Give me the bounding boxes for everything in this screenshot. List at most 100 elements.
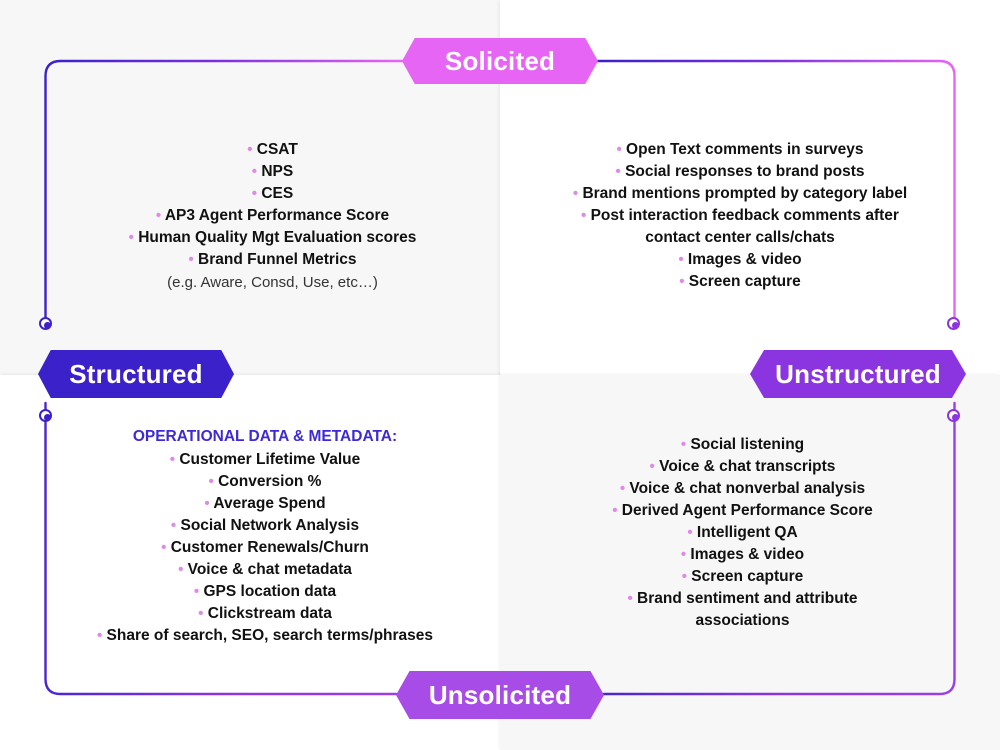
list-item: • Screen capture bbox=[545, 566, 940, 588]
bullet-icon: • bbox=[128, 229, 134, 246]
connector-dot-bottom-right bbox=[947, 409, 960, 422]
list-item-label: Voice & chat nonverbal analysis bbox=[629, 480, 866, 497]
list-item: • Share of search, SEO, search terms/phr… bbox=[55, 625, 475, 647]
bullet-icon: • bbox=[649, 458, 655, 475]
list-item: • Customer Lifetime Value bbox=[55, 449, 475, 471]
bullet-icon: • bbox=[612, 502, 618, 519]
list-item: • GPS location data bbox=[55, 581, 475, 603]
bullet-icon: • bbox=[188, 251, 194, 268]
list-item-label: Conversion % bbox=[218, 473, 322, 490]
list-item-label: Social listening bbox=[690, 436, 805, 453]
list-item: • Social Network Analysis bbox=[55, 515, 475, 537]
list-item-label: NPS bbox=[261, 163, 294, 180]
list-item: • Customer Renewals/Churn bbox=[55, 537, 475, 559]
list-item-label: Human Quality Mgt Evaluation scores bbox=[138, 229, 417, 246]
bullet-icon: • bbox=[247, 141, 253, 158]
bullet-icon: • bbox=[572, 185, 579, 202]
list-item: • Clickstream data bbox=[55, 603, 475, 625]
list-item-label: Open Text comments in surveys bbox=[626, 141, 864, 158]
list-item-label: CSAT bbox=[256, 141, 298, 158]
list-item: • Voice & chat metadata bbox=[55, 559, 475, 581]
list-item-label: Images & video bbox=[690, 546, 805, 563]
bullet-icon: • bbox=[680, 436, 687, 453]
list-item: • Brand sentiment and attribute associat… bbox=[545, 588, 940, 632]
list-item-label: Customer Lifetime Value bbox=[179, 451, 361, 468]
bullet-icon: • bbox=[208, 473, 214, 490]
list-item: • Average Spend bbox=[55, 493, 475, 515]
list-item-label: Intelligent QA bbox=[696, 524, 798, 541]
list-item: • Images & video bbox=[520, 249, 960, 271]
axis-label-unstructured: Unstructured bbox=[750, 350, 966, 398]
bullet-icon: • bbox=[581, 207, 587, 224]
list-item: • CSAT bbox=[60, 139, 485, 161]
list-item: • CES bbox=[60, 183, 485, 205]
list-item-label: GPS location data bbox=[203, 583, 337, 600]
quadrant-content-unstructured-unsolicited: • Social listening • Voice & chat transc… bbox=[545, 434, 940, 632]
bullet-icon: • bbox=[619, 480, 626, 497]
brand-funnel-note: (e.g. Aware, Consd, Use, etc…) bbox=[167, 274, 378, 291]
bullet-icon: • bbox=[155, 207, 162, 224]
bullet-icon: • bbox=[170, 517, 177, 534]
list-item: • Brand mentions prompted by category la… bbox=[520, 183, 960, 205]
list-item-label: Brand sentiment and attribute associatio… bbox=[637, 590, 858, 629]
bullet-icon: • bbox=[615, 163, 621, 180]
bullet-icon: • bbox=[681, 568, 687, 585]
list-item: • Social listening bbox=[545, 434, 940, 456]
list-item-label: Screen capture bbox=[691, 568, 804, 585]
list-item-label: Brand mentions prompted by category labe… bbox=[582, 185, 908, 202]
list-item: • Images & video bbox=[545, 544, 940, 566]
bullet-icon: • bbox=[679, 273, 685, 290]
bullet-icon: • bbox=[627, 590, 633, 607]
list-item-label: CES bbox=[261, 185, 294, 202]
operational-data-heading: OPERATIONAL DATA & METADATA: bbox=[132, 428, 398, 445]
bullet-icon: • bbox=[616, 141, 622, 158]
bullet-icon: • bbox=[169, 451, 176, 468]
bullet-icon: • bbox=[680, 546, 687, 563]
quadrant-content-unstructured-solicited: • Open Text comments in surveys • Social… bbox=[520, 139, 960, 293]
list-item: • Voice & chat transcripts bbox=[545, 456, 940, 478]
list-item: • AP3 Agent Performance Score bbox=[60, 205, 485, 227]
quadrant-content-structured-solicited: • CSAT • NPS • CES • AP3 Agent Performan… bbox=[60, 139, 485, 294]
list-item-label: Average Spend bbox=[213, 495, 326, 512]
list-item: • Social responses to brand posts bbox=[520, 161, 960, 183]
item-list: • CSAT • NPS • CES • AP3 Agent Performan… bbox=[60, 139, 485, 271]
bullet-icon: • bbox=[161, 539, 167, 556]
list-item-label: Images & video bbox=[687, 251, 802, 268]
list-item: • Open Text comments in surveys bbox=[520, 139, 960, 161]
list-item: • Conversion % bbox=[55, 471, 475, 493]
list-item: • Brand Funnel Metrics bbox=[60, 249, 485, 271]
item-list: • Open Text comments in surveys • Social… bbox=[520, 139, 960, 293]
list-item-label: Derived Agent Performance Score bbox=[621, 502, 873, 519]
list-item-label: Voice & chat metadata bbox=[187, 561, 352, 578]
list-item: • Human Quality Mgt Evaluation scores bbox=[60, 227, 485, 249]
list-item: • NPS bbox=[60, 161, 485, 183]
bullet-icon: • bbox=[687, 524, 693, 541]
item-list: • Customer Lifetime Value • Conversion %… bbox=[55, 449, 475, 647]
list-item-label: Voice & chat transcripts bbox=[659, 458, 836, 475]
list-item-label: Brand Funnel Metrics bbox=[198, 251, 357, 268]
list-item-label: Screen capture bbox=[688, 273, 801, 290]
bullet-icon: • bbox=[198, 605, 204, 622]
list-item-label: Customer Renewals/Churn bbox=[170, 539, 369, 556]
bullet-icon: • bbox=[678, 251, 684, 268]
bullet-icon: • bbox=[251, 185, 258, 202]
connector-dot-bottom-left bbox=[39, 409, 52, 422]
list-item-label: AP3 Agent Performance Score bbox=[164, 207, 390, 224]
list-item: • Derived Agent Performance Score bbox=[545, 500, 940, 522]
diagram-canvas: Solicited Structured Unstructured Unsoli… bbox=[0, 0, 1000, 750]
item-list: • Social listening • Voice & chat transc… bbox=[545, 434, 940, 632]
connector-dot-top-right bbox=[947, 317, 960, 330]
connector-dot-top-left bbox=[39, 317, 52, 330]
list-item: • Voice & chat nonverbal analysis bbox=[545, 478, 940, 500]
axis-label-structured: Structured bbox=[38, 350, 234, 398]
list-item-label: Social Network Analysis bbox=[180, 517, 360, 534]
bullet-icon: • bbox=[251, 163, 258, 180]
bullet-icon: • bbox=[178, 561, 184, 578]
bullet-icon: • bbox=[193, 583, 200, 600]
list-item-label: Post interaction feedback comments after… bbox=[590, 207, 899, 246]
list-item: • Screen capture bbox=[520, 271, 960, 293]
quadrant-content-structured-unsolicited: OPERATIONAL DATA & METADATA: • Customer … bbox=[55, 426, 475, 647]
list-item: • Intelligent QA bbox=[545, 522, 940, 544]
bullet-icon: • bbox=[96, 627, 103, 644]
list-item: • Post interaction feedback comments aft… bbox=[520, 205, 960, 249]
